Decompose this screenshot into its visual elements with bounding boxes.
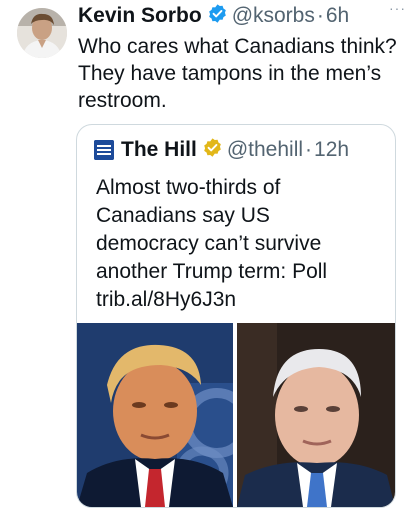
quoted-tweet-timestamp[interactable]: 12h: [314, 138, 349, 162]
media-photo-right[interactable]: [237, 323, 395, 507]
separator-dot: ·: [316, 4, 324, 27]
quoted-media-grid: [77, 323, 395, 507]
media-photo-left[interactable]: [77, 323, 233, 507]
quoted-text-line: democracy can’t survive: [96, 232, 322, 255]
quoted-author-handle[interactable]: @thehill: [227, 138, 303, 162]
quoted-tweet-header: The Hill @thehill · 12h: [94, 137, 349, 163]
quoted-text-line: Canadians say US: [96, 204, 270, 227]
gold-verified-badge-icon: [202, 137, 223, 164]
quoted-link[interactable]: trib.al/8Hy6J3n: [96, 286, 386, 314]
quoted-author-name[interactable]: The Hill: [121, 138, 197, 162]
author-name[interactable]: Kevin Sorbo: [78, 4, 202, 28]
the-hill-logo-icon: [94, 140, 114, 160]
author-avatar-image: [17, 8, 67, 58]
author-handle[interactable]: @ksorbs: [232, 4, 315, 28]
tweet-header: Kevin Sorbo @ksorbs · 6h: [78, 3, 404, 29]
quoted-text-line: another Trump term: Poll: [96, 260, 328, 283]
quoted-text-line: Almost two-thirds of: [96, 176, 281, 199]
quoted-tweet-text: Almost two-thirds of Canadians say US de…: [96, 174, 386, 314]
quoted-separator-dot: ·: [305, 138, 313, 161]
author-avatar[interactable]: [17, 8, 67, 58]
more-options-icon[interactable]: ···: [389, 0, 406, 16]
tweet-timestamp[interactable]: 6h: [326, 4, 349, 28]
verified-badge-icon: [207, 3, 228, 30]
quoted-tweet-card[interactable]: The Hill @thehill · 12h Almost two-third…: [76, 124, 396, 508]
tweet-text: Who cares what Canadians think? They hav…: [78, 35, 397, 112]
